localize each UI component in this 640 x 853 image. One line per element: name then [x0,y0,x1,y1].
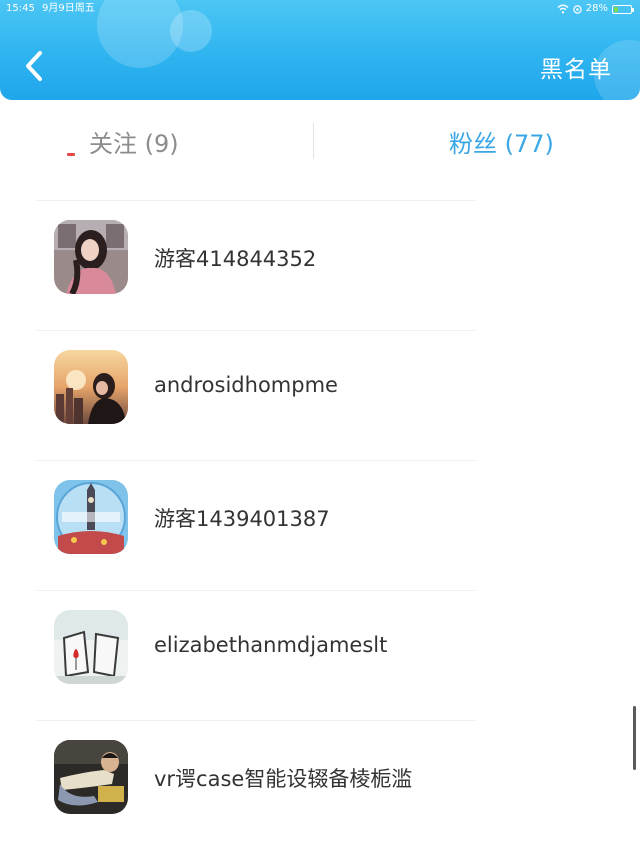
list-item[interactable]: 游客1439401387 [0,460,640,590]
list-item[interactable]: vr谔case智能设辍备棱栀滥 [0,720,640,850]
location-lock-icon [573,4,582,14]
avatar[interactable] [54,610,128,684]
chevron-left-icon [26,51,42,81]
blacklist-button[interactable]: 黑名单 [540,50,612,84]
status-date: 9月9日周五 [42,3,95,14]
battery-icon [612,4,634,14]
avatar[interactable] [54,350,128,424]
scrollbar[interactable] [633,706,636,770]
top-header: 15:45 9月9日周五 28% 黑名单 [0,0,640,100]
tab-divider [313,123,314,159]
tab-following[interactable]: 关注 (9) [89,124,179,159]
list-item[interactable]: androsidhompme [0,330,640,460]
fan-name: vr谔case智能设辍备棱栀滥 [154,767,413,791]
status-bar: 15:45 9月9日周五 28% [0,0,640,18]
wifi-icon [557,4,569,14]
tab-bar: 关注 (9) 粉丝 (77) [0,100,640,180]
battery-level [614,6,619,12]
fan-name: 游客414844352 [154,247,317,271]
avatar[interactable] [54,740,128,814]
status-indicators: 28% [557,0,634,18]
avatar[interactable] [54,220,128,294]
avatar[interactable] [54,480,128,554]
fan-name: 游客1439401387 [154,507,330,531]
status-time: 15:45 [6,3,35,14]
list-item[interactable]: elizabethanmdjameslt [0,590,640,720]
tab-fans[interactable]: 粉丝 (77) [449,124,554,159]
partial-item-mark [67,153,75,156]
fan-name: androsidhompme [154,373,338,397]
list-item[interactable]: 游客414844352 [0,200,640,330]
back-button[interactable] [20,46,50,86]
fan-name: elizabethanmdjameslt [154,633,388,657]
battery-percent: 28% [585,3,608,14]
